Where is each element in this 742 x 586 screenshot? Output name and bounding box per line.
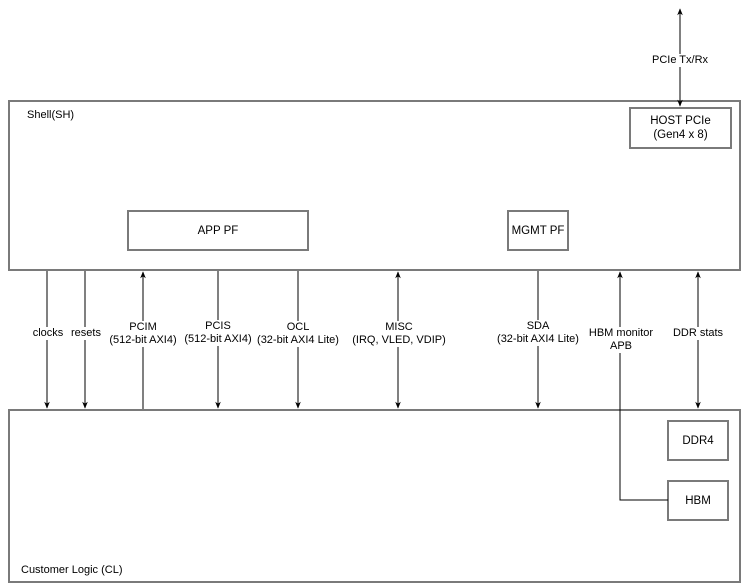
hbm-monitor-label-line1: HBM monitor: [588, 327, 654, 339]
ocl-label-line1: OCL: [286, 321, 310, 333]
connector-layer: [44, 8, 701, 501]
sda-label: SDA (32-bit AXI4 Lite): [496, 320, 580, 346]
resets-label: resets: [70, 327, 102, 340]
clocks-label-line1: clocks: [32, 327, 64, 339]
hbm-monitor-label-line2: APB: [609, 340, 632, 352]
resets-label-line1: resets: [71, 327, 101, 339]
misc-label: MISC (IRQ, VLED, VDIP): [351, 321, 447, 347]
pcis-label-line2: (512-bit AXI4): [184, 333, 252, 345]
sda-label-line1: SDA: [526, 320, 550, 332]
ocl-label: OCL (32-bit AXI4 Lite): [256, 321, 340, 347]
pcie-txrx-label: PCIe Tx/Rx: [650, 54, 710, 67]
pcis-label: PCIS (512-bit AXI4): [183, 320, 253, 346]
pcim-label-line1: PCIM: [129, 321, 157, 333]
ddr-stats-label-line1: DDR stats: [672, 327, 724, 339]
misc-label-line2: (IRQ, VLED, VDIP): [352, 334, 446, 346]
hbm-monitor-arrow: [617, 271, 668, 501]
sda-label-line2: (32-bit AXI4 Lite): [497, 333, 579, 345]
clocks-label: clocks: [31, 327, 65, 340]
hbm-monitor-label: HBM monitor APB: [587, 327, 655, 353]
pcim-label: PCIM (512-bit AXI4): [108, 321, 178, 347]
ocl-label-line2: (32-bit AXI4 Lite): [257, 334, 339, 346]
pcis-label-line1: PCIS: [205, 320, 231, 332]
ddr-stats-label: DDR stats: [671, 327, 725, 340]
misc-label-line1: MISC: [385, 321, 413, 333]
pcim-label-line2: (512-bit AXI4): [109, 334, 177, 346]
